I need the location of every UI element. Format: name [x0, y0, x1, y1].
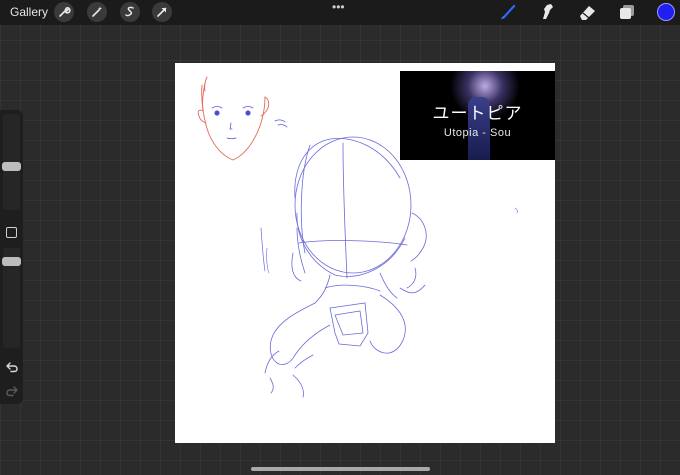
adjustments-wand-icon[interactable]: [87, 2, 107, 22]
layers-icon[interactable]: [616, 2, 638, 22]
color-picker-button[interactable]: [657, 3, 675, 21]
opacity-slider-thumb[interactable]: [2, 257, 21, 266]
smudge-icon[interactable]: [536, 2, 558, 22]
gallery-button[interactable]: Gallery: [10, 5, 48, 20]
transform-arrow-icon[interactable]: [152, 2, 172, 22]
top-toolbar: Gallery •••: [0, 0, 680, 25]
brush-size-slider-thumb[interactable]: [2, 162, 21, 171]
reference-image[interactable]: ユートピア Utopia - Sou: [400, 71, 555, 160]
reference-subtitle: Utopia - Sou: [443, 127, 512, 139]
blue-body-sketch: [260, 136, 518, 398]
actions-wrench-icon[interactable]: [54, 2, 74, 22]
eraser-icon[interactable]: [576, 2, 598, 22]
face-features: [211, 106, 288, 140]
undo-icon[interactable]: [5, 360, 19, 373]
brush-icon[interactable]: [497, 2, 519, 22]
left-sidebar: [0, 110, 23, 404]
home-indicator[interactable]: [251, 467, 430, 471]
redo-icon[interactable]: [5, 384, 19, 397]
more-options-button[interactable]: •••: [332, 1, 345, 13]
red-face-sketch: [197, 76, 270, 161]
reference-title: ユートピア: [432, 104, 523, 124]
modify-button[interactable]: [6, 227, 17, 238]
selection-icon[interactable]: [120, 2, 140, 22]
